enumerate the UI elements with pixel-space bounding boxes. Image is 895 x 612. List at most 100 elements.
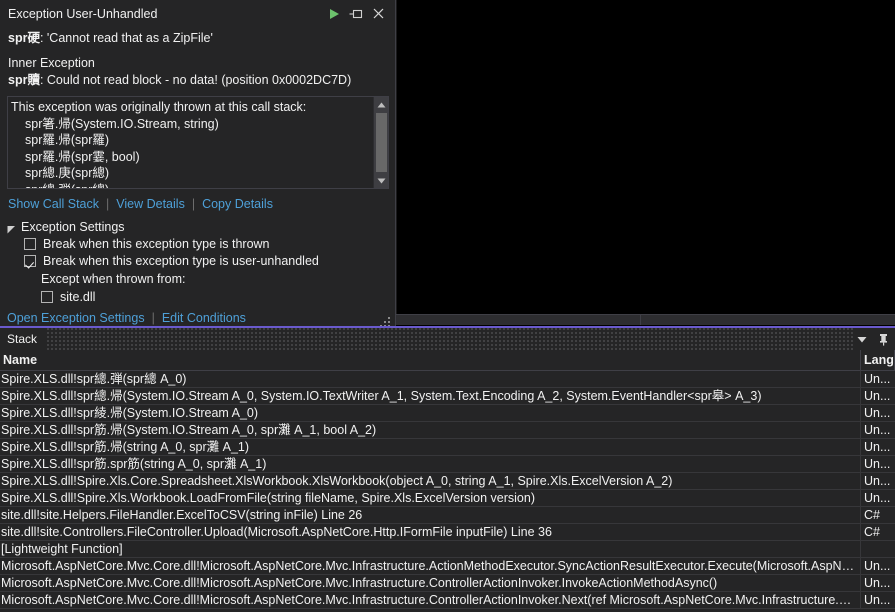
pin-icon[interactable] bbox=[876, 331, 890, 347]
stack-frame-name: site.dll!site.Helpers.FileHandler.ExcelT… bbox=[0, 507, 861, 523]
editor-horizontal-scrollbar[interactable] bbox=[396, 314, 895, 325]
stack-grid-body[interactable]: Spire.XLS.dll!spr總.弾(spr總 A_0) Un... Spire… bbox=[0, 371, 895, 612]
inner-exception-label: Inner Exception bbox=[8, 56, 95, 70]
inner-exception-message: : Could not read block - no data! (posit… bbox=[39, 73, 352, 87]
stack-frame-name: Spire.XLS.dll!spr筋.帰(System.IO.Stream A_… bbox=[0, 422, 861, 438]
stack-frame-language: Un... bbox=[864, 559, 891, 573]
table-row[interactable]: site.dll!site.Helpers.FileHandler.ExcelT… bbox=[0, 507, 895, 524]
stack-frame-name: site.dll!site.Controllers.FileController… bbox=[0, 524, 861, 540]
show-call-stack-link[interactable]: Show Call Stack bbox=[8, 197, 99, 211]
column-header-name[interactable]: Name bbox=[0, 350, 861, 370]
settings-links-row: Open Exception Settings | Edit Condition… bbox=[0, 304, 395, 325]
stack-frame-name: Spire.XLS.dll!spr總.帰(System.IO.Stream A_… bbox=[0, 388, 861, 404]
tab-row-grip bbox=[46, 328, 855, 350]
chevron-down-icon[interactable] bbox=[855, 331, 869, 347]
break-when-thrown-checkbox[interactable] bbox=[24, 238, 36, 250]
continue-execution-icon[interactable] bbox=[323, 4, 345, 24]
stack-frame-language: Un... bbox=[864, 457, 891, 471]
table-row[interactable]: Spire.XLS.dll!spr筋.spr筋(string A_0, spr灘… bbox=[0, 456, 895, 473]
stack-frame-language: Un... bbox=[864, 576, 891, 590]
table-row[interactable]: Microsoft.AspNetCore.Mvc.Core.dll!Micros… bbox=[0, 558, 895, 575]
table-row[interactable]: Spire.XLS.dll!spr總.帰(System.IO.Stream A_… bbox=[0, 388, 895, 405]
except-site-dll-row[interactable]: site.dll bbox=[0, 286, 395, 304]
table-row[interactable]: Microsoft.AspNetCore.Mvc.Core.dll!Micros… bbox=[0, 575, 895, 592]
stack-frame-name: Spire.XLS.dll!Spire.Xls.Workbook.LoadFro… bbox=[0, 490, 861, 506]
divider: | bbox=[106, 197, 110, 211]
stack-frame-name: Spire.XLS.dll!spr筋.spr筋(string A_0, spr灘… bbox=[0, 456, 861, 472]
exception-helper-dialog: Exception User-Unhandled spr硬: 'Cannot r… bbox=[0, 0, 396, 332]
scroll-up-icon[interactable] bbox=[374, 97, 389, 112]
stack-frame-language: Un... bbox=[864, 491, 891, 505]
column-header-language[interactable]: Lang bbox=[861, 350, 895, 370]
stack-frame-name: Spire.XLS.dll!spr綾.帰(System.IO.Stream A_… bbox=[0, 405, 861, 421]
call-stack-list: This exception was originally thrown at … bbox=[8, 97, 373, 188]
expander-triangle-icon[interactable] bbox=[7, 223, 16, 233]
scrollbar-thumb-left[interactable] bbox=[396, 315, 641, 325]
except-site-dll-checkbox[interactable] bbox=[41, 291, 53, 303]
table-row[interactable]: Microsoft.AspNetCore.Mvc.Core.dll!Micros… bbox=[0, 592, 895, 609]
divider: | bbox=[191, 197, 196, 211]
detail-links-row: Show Call Stack | View Details | Copy De… bbox=[0, 189, 395, 211]
stack-grid-header: Name Lang bbox=[0, 350, 895, 371]
table-row[interactable]: Spire.XLS.dll!spr筋.帰(string A_0, spr灘 A_… bbox=[0, 439, 895, 456]
stack-frame-language: Un... bbox=[864, 423, 891, 437]
table-row[interactable]: Spire.XLS.dll!spr綾.帰(System.IO.Stream A_… bbox=[0, 405, 895, 422]
except-when-thrown-label: Except when thrown from: bbox=[41, 272, 186, 286]
scrollbar-thumb[interactable] bbox=[375, 113, 387, 172]
break-user-unhandled-checkbox[interactable] bbox=[24, 255, 36, 267]
stack-frame-name: Microsoft.AspNetCore.Mvc.Core.dll!Micros… bbox=[1, 592, 861, 608]
call-stack-intro: This exception was originally thrown at … bbox=[11, 100, 307, 114]
call-stack-frame: spr羅.帰(spr羅) bbox=[25, 133, 110, 147]
call-stack-scrollbar[interactable] bbox=[373, 97, 388, 188]
table-row[interactable]: Spire.XLS.dll!Spire.Xls.Workbook.LoadFro… bbox=[0, 490, 895, 507]
stack-frame-language: Un... bbox=[864, 406, 891, 420]
stack-frame-name: Spire.XLS.dll!spr總.弾(spr總 A_0) bbox=[0, 371, 861, 387]
panel-icon-group bbox=[855, 331, 895, 347]
stack-tool-window: Stack Name Lang Spire.XLS.dll!spr總.弾(spr… bbox=[0, 326, 895, 612]
exception-settings-header[interactable]: Exception Settings bbox=[0, 211, 395, 234]
stack-frame-name: Spire.XLS.dll!spr筋.帰(string A_0, spr灘 A_… bbox=[0, 439, 861, 455]
stack-frame-language bbox=[861, 541, 895, 557]
close-icon[interactable] bbox=[367, 4, 389, 24]
call-stack-frame: spr總.弾(spr總) bbox=[11, 182, 373, 189]
dialog-body: spr硬: 'Cannot read that as a ZipFile' In… bbox=[0, 27, 395, 89]
divider: | bbox=[151, 311, 155, 325]
dock-window-icon[interactable] bbox=[345, 4, 367, 24]
inner-exception-summary: spr贖: Could not read block - no data! (p… bbox=[8, 72, 387, 89]
table-row[interactable]: Spire.XLS.dll!spr筋.帰(System.IO.Stream A_… bbox=[0, 422, 895, 439]
stack-frame-name: Spire.XLS.dll!Spire.Xls.Core.Spreadsheet… bbox=[0, 473, 861, 489]
view-details-link[interactable]: View Details bbox=[116, 197, 185, 211]
table-row[interactable]: site.dll!site.Controllers.FileController… bbox=[0, 524, 895, 541]
scroll-down-icon[interactable] bbox=[374, 173, 389, 188]
code-editor-area[interactable] bbox=[396, 0, 895, 314]
call-stack-frame: spr總.庚(spr總) bbox=[25, 166, 110, 180]
exception-settings-label: Exception Settings bbox=[21, 220, 125, 234]
stack-frame-language: Un... bbox=[864, 440, 891, 454]
call-stack-box[interactable]: This exception was originally thrown at … bbox=[7, 96, 389, 189]
break-user-unhandled-label: Break when this exception type is user-u… bbox=[43, 254, 319, 268]
stack-frame-language: Un... bbox=[864, 593, 891, 607]
dialog-title-bar: Exception User-Unhandled bbox=[0, 0, 395, 27]
inner-exception-type: spr贖 bbox=[8, 73, 40, 87]
break-user-unhandled-row[interactable]: Break when this exception type is user-u… bbox=[0, 251, 395, 268]
except-site-dll-label: site.dll bbox=[60, 290, 96, 304]
scrollbar-thumb-right[interactable] bbox=[641, 315, 895, 325]
stack-frame-name: Microsoft.AspNetCore.Mvc.Core.dll!Micros… bbox=[0, 575, 861, 591]
page-title: Exception User-Unhandled bbox=[8, 6, 158, 21]
open-exception-settings-link[interactable]: Open Exception Settings bbox=[7, 311, 145, 325]
break-when-thrown-row[interactable]: Break when this exception type is thrown bbox=[0, 234, 395, 251]
stack-frame-language: C# bbox=[864, 525, 880, 539]
stack-frame-language: Un... bbox=[864, 474, 891, 488]
edit-conditions-link[interactable]: Edit Conditions bbox=[162, 311, 246, 325]
table-row[interactable]: Spire.XLS.dll!Spire.Xls.Core.Spreadsheet… bbox=[0, 473, 895, 490]
call-stack-frame: spr羅.帰(spr霎, bool) bbox=[25, 149, 140, 164]
exception-type: spr硬 bbox=[8, 31, 40, 45]
table-row[interactable]: Spire.XLS.dll!spr總.弾(spr總 A_0) Un... bbox=[0, 371, 895, 388]
tab-stack[interactable]: Stack bbox=[0, 328, 47, 350]
copy-details-link[interactable]: Copy Details bbox=[202, 197, 273, 211]
table-row[interactable]: [Lightweight Function] bbox=[0, 541, 895, 558]
call-stack-frame: spr箸.帰(System.IO.Stream, string) bbox=[25, 116, 219, 131]
stack-frame-name: [Lightweight Function] bbox=[0, 541, 861, 557]
stack-frame-language: C# bbox=[864, 508, 880, 522]
